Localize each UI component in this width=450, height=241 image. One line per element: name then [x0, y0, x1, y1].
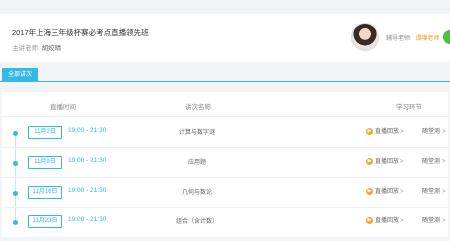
quiz-link[interactable]: 随堂测 >	[422, 126, 446, 135]
lesson-time: 19:00 - 21:30	[68, 127, 107, 134]
quiz-link[interactable]: 随堂测 >	[422, 186, 446, 195]
chat-icon[interactable]	[443, 30, 450, 44]
lesson-time: 19:00 - 21:30	[68, 216, 107, 223]
header-learning-stage: 学习环节	[396, 104, 422, 111]
divider	[2, 177, 448, 178]
tutor-label: 辅导老师:	[386, 36, 412, 42]
quiz-label: 随堂测	[422, 218, 441, 224]
tab-underline	[0, 81, 450, 82]
chevron-right-icon: >	[442, 159, 446, 165]
lesson-date: 11月2日	[28, 126, 62, 139]
replay-link[interactable]: ▶ 直播回放>	[366, 126, 404, 135]
lesson-name: 几何与数论	[181, 190, 212, 196]
table-row: 11月16日 19:00 - 21:30 几何与数论 ▶ 直播回放> 随堂测 >	[2, 180, 448, 206]
replay-link[interactable]: ▶ 直播回放>	[366, 215, 404, 224]
chevron-right-icon: >	[400, 189, 404, 195]
replay-label: 直播回放	[375, 189, 400, 195]
quiz-label: 随堂测	[422, 129, 441, 135]
lesson-time: 19:00 - 21:30	[68, 157, 107, 164]
tab-bar: 全部讲次	[0, 66, 450, 82]
play-circle-icon: ▶	[366, 127, 373, 135]
replay-link[interactable]: ▶ 直播回放>	[366, 156, 404, 165]
teacher-name: 胡姣晴	[41, 45, 62, 52]
tutor-info: 辅导老师: 谭噗老师	[386, 33, 439, 42]
lesson-date: 11月23日	[28, 215, 62, 228]
lesson-date: 11月9日	[28, 156, 62, 169]
divider	[2, 116, 448, 117]
timeline-dot	[13, 131, 18, 136]
tab-all-lessons[interactable]: 全部讲次	[2, 68, 39, 82]
teacher-line: 主讲老师: 胡姣晴	[12, 42, 61, 52]
quiz-label: 随堂测	[422, 189, 441, 195]
lesson-name: 计算与数字谜	[178, 130, 215, 136]
tutor-name[interactable]: 谭噗老师	[415, 36, 439, 42]
chevron-right-icon: >	[400, 218, 404, 224]
lesson-name: 应用题	[187, 160, 206, 166]
course-header: 2017年上海三年级杯赛必考点直播领先班 主讲老师: 胡姣晴 辅导老师: 谭噗老…	[0, 14, 450, 62]
quiz-label: 随堂测	[422, 159, 441, 165]
quiz-link[interactable]: 随堂测 >	[422, 215, 446, 224]
lesson-name: 组合（含计数）	[175, 219, 218, 225]
teacher-label: 主讲老师:	[12, 45, 40, 52]
divider	[2, 147, 448, 148]
timeline-dot	[13, 161, 18, 166]
replay-label: 直播回放	[375, 218, 400, 224]
chevron-right-icon: >	[442, 129, 446, 135]
quiz-link[interactable]: 随堂测 >	[422, 156, 446, 165]
timeline-dot	[13, 220, 18, 225]
chevron-right-icon: >	[442, 218, 446, 224]
course-title: 2017年上海三年级杯赛必考点直播领先班	[12, 28, 149, 37]
chevron-right-icon: >	[400, 129, 404, 135]
play-circle-icon: ▶	[366, 187, 373, 195]
replay-label: 直播回放	[375, 129, 400, 135]
header-lesson-name: 讲次名称	[185, 104, 211, 111]
timeline-dot	[13, 191, 18, 196]
divider	[2, 207, 448, 208]
header-live-time: 直播时间	[50, 104, 76, 111]
table-row: 11月9日 19:00 - 21:30 应用题 ▶ 直播回放> 随堂测 >	[2, 150, 448, 176]
replay-link[interactable]: ▶ 直播回放>	[366, 186, 404, 195]
play-circle-icon: ▶	[366, 216, 373, 224]
lesson-date: 11月16日	[28, 186, 62, 199]
table-row: 11月2日 19:00 - 21:30 计算与数字谜 ▶ 直播回放> 随堂测 >	[2, 120, 448, 146]
chevron-right-icon: >	[400, 159, 404, 165]
play-circle-icon: ▶	[366, 157, 373, 165]
chevron-right-icon: >	[442, 189, 446, 195]
replay-label: 直播回放	[375, 159, 400, 165]
table-row: 11月23日 19:00 - 21:30 组合（含计数） ▶ 直播回放> 随堂测 >	[2, 209, 448, 235]
tutor-avatar	[351, 23, 379, 51]
lesson-time: 19:00 - 21:30	[68, 187, 107, 194]
